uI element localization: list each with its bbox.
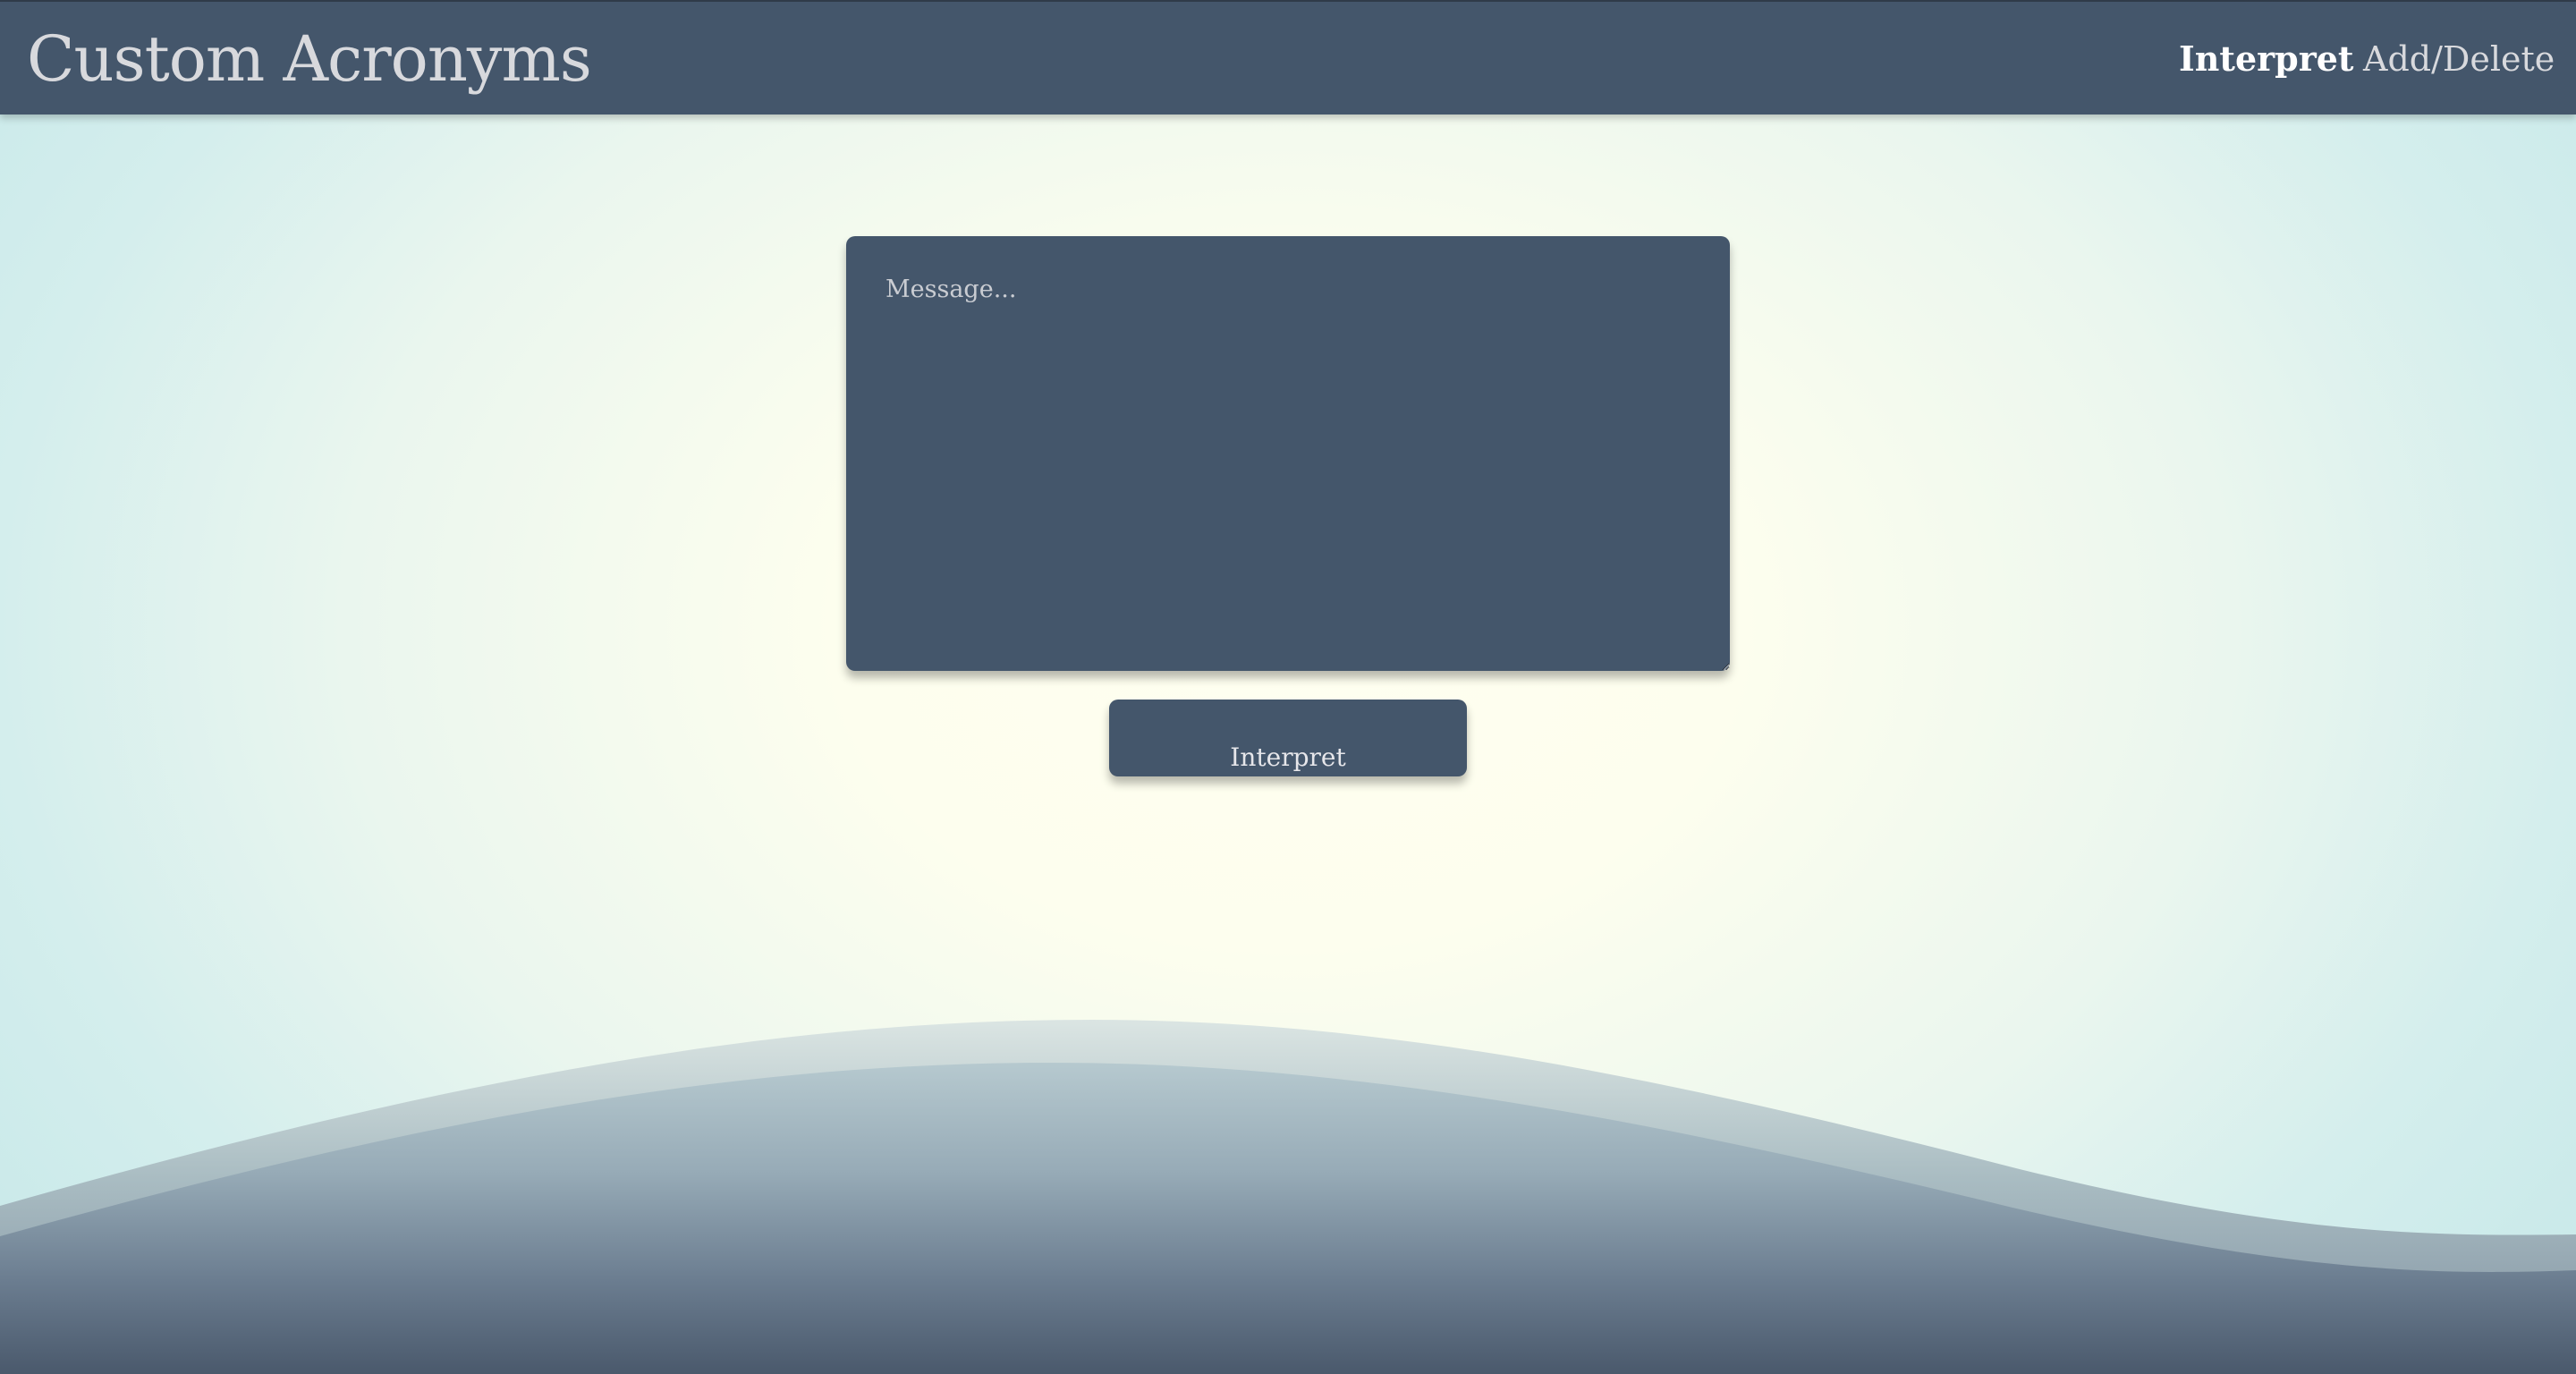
app-title: Custom Acronyms [27,22,592,96]
nav-link-interpret[interactable]: Interpret [2179,36,2353,82]
top-navigation-bar: Custom Acronyms Interpret Add/Delete [0,0,2576,114]
nav-link-add-delete[interactable]: Add/Delete [2363,36,2555,82]
interpret-button[interactable]: Interpret [1109,700,1467,776]
decorative-wave-background [0,1020,2576,1374]
message-input[interactable] [846,236,1730,671]
